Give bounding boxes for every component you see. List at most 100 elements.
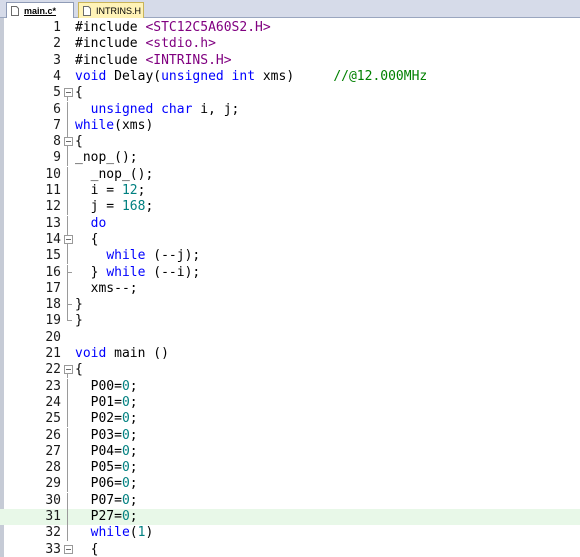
- code-line[interactable]: 9 _nop_();: [0, 150, 580, 167]
- code-line[interactable]: 22 {: [0, 362, 580, 379]
- line-number: 18: [45, 297, 61, 313]
- code-text[interactable]: void Delay(unsigned int xms) //@12.000MH…: [75, 69, 427, 85]
- code-token: (--i);: [145, 264, 201, 280]
- code-text[interactable]: {: [75, 362, 83, 378]
- fold-guide-line: [67, 460, 68, 477]
- code-token: <INTRINS.H>: [145, 52, 232, 68]
- code-line[interactable]: 20: [0, 330, 580, 346]
- line-number: 9: [53, 150, 61, 166]
- code-text[interactable]: #include <STC12C5A60S2.H>: [75, 20, 271, 36]
- code-text[interactable]: }: [75, 313, 83, 329]
- fold-collapse-icon[interactable]: [64, 137, 73, 147]
- code-line[interactable]: 6 unsigned char i, j;: [0, 101, 580, 118]
- code-token: P02=: [75, 411, 122, 427]
- code-token: 0: [121, 443, 130, 459]
- code-text[interactable]: } while (--i);: [75, 264, 201, 281]
- code-text[interactable]: while (--j);: [75, 248, 200, 264]
- code-text[interactable]: {: [75, 134, 83, 150]
- line-number: 2: [53, 36, 61, 52]
- code-line[interactable]: 15 while (--j);: [0, 248, 580, 265]
- line-number: 31: [45, 509, 61, 524]
- line-number: 22: [45, 362, 61, 378]
- code-line[interactable]: 27 P04=0;: [0, 443, 580, 460]
- code-line[interactable]: 11 i = 12;: [0, 183, 580, 199]
- tab-label: main.c*: [24, 5, 57, 16]
- code-line[interactable]: 26 P03=0;: [0, 427, 580, 444]
- code-token: 0: [121, 460, 130, 476]
- code-line[interactable]: 33 {: [0, 542, 580, 557]
- fold-guide-line: [67, 394, 68, 411]
- code-text[interactable]: unsigned char i, j;: [75, 101, 240, 118]
- code-line[interactable]: 25 P02=0;: [0, 411, 580, 428]
- fold-collapse-icon[interactable]: [64, 365, 73, 375]
- code-line[interactable]: 8{: [0, 134, 580, 151]
- code-line[interactable]: 30 P07=0;: [0, 492, 580, 509]
- code-line[interactable]: 31 P27=0;: [0, 509, 580, 525]
- line-number: 3: [53, 52, 61, 68]
- code-token: 0: [121, 492, 130, 508]
- code-text[interactable]: {: [75, 542, 99, 557]
- code-editor[interactable]: 1 #include <STC12C5A60S2.H> 2 #include <std…: [0, 18, 580, 557]
- code-line[interactable]: 16 } while (--i);: [0, 264, 580, 281]
- code-line[interactable]: 24 P01=0;: [0, 394, 580, 411]
- code-text[interactable]: P07=0;: [75, 493, 138, 509]
- line-number: 30: [45, 492, 61, 508]
- code-token: ;: [129, 443, 138, 459]
- code-text[interactable]: P06=0;: [75, 476, 138, 492]
- code-line[interactable]: 2 #include <stdio.h>: [0, 36, 580, 52]
- code-line[interactable]: 7 while(xms): [0, 117, 580, 134]
- code-text[interactable]: P27=0;: [75, 509, 138, 525]
- code-text[interactable]: while(xms): [75, 118, 153, 134]
- code-text[interactable]: while(1): [75, 525, 154, 541]
- fold-collapse-icon[interactable]: [64, 88, 73, 98]
- code-text[interactable]: P01=0;: [75, 395, 138, 411]
- code-text[interactable]: i = 12;: [75, 183, 146, 199]
- code-text[interactable]: {: [75, 232, 99, 248]
- code-text[interactable]: _nop_();: [75, 150, 138, 166]
- code-token: 12: [121, 183, 138, 198]
- code-token: _nop_();: [75, 166, 154, 182]
- code-line[interactable]: 32 while(1): [0, 525, 580, 542]
- code-text[interactable]: P02=0;: [75, 411, 138, 427]
- code-text[interactable]: j = 168;: [75, 199, 154, 215]
- code-line[interactable]: 12 j = 168;: [0, 199, 580, 216]
- tab-intrins-h[interactable]: INTRINS.H: [78, 2, 144, 18]
- code-token: P03=: [75, 427, 122, 443]
- code-line[interactable]: 13 do: [0, 215, 580, 232]
- code-token: 0: [121, 476, 130, 492]
- code-line[interactable]: 17 xms--;: [0, 280, 580, 297]
- code-line[interactable]: 28 P05=0;: [0, 460, 580, 477]
- code-text[interactable]: P05=0;: [75, 460, 138, 476]
- code-line[interactable]: 23 P00=0;: [0, 378, 580, 395]
- tab-main-c[interactable]: main.c*: [6, 2, 74, 18]
- code-text[interactable]: P00=0;: [75, 379, 138, 395]
- code-text[interactable]: _nop_();: [75, 166, 154, 183]
- code-token: }: [75, 297, 83, 313]
- fold-guide-line: [67, 525, 68, 542]
- code-text[interactable]: }: [75, 297, 83, 313]
- code-line[interactable]: 4 void Delay(unsigned int xms) //@12.000M…: [0, 69, 580, 85]
- code-line[interactable]: 14 {: [0, 231, 580, 248]
- code-line[interactable]: 3 #include <INTRINS.H>: [0, 53, 580, 69]
- code-line[interactable]: 5{: [0, 85, 580, 102]
- code-text[interactable]: {: [75, 85, 83, 101]
- code-text[interactable]: #include <stdio.h>: [75, 36, 216, 52]
- code-line[interactable]: 29 P06=0;: [0, 476, 580, 493]
- code-line[interactable]: 19}: [0, 313, 580, 329]
- code-line[interactable]: 1 #include <STC12C5A60S2.H>: [0, 20, 580, 36]
- code-token: ;: [129, 476, 138, 492]
- code-text[interactable]: #include <INTRINS.H>: [75, 53, 232, 69]
- code-line[interactable]: 18}: [0, 297, 580, 314]
- code-line[interactable]: 10 _nop_();: [0, 166, 580, 183]
- code-text[interactable]: P04=0;: [75, 444, 138, 460]
- fold-collapse-icon[interactable]: [64, 234, 73, 244]
- code-text[interactable]: P03=0;: [75, 428, 138, 444]
- code-text[interactable]: xms--;: [75, 281, 138, 297]
- code-text[interactable]: void main (): [75, 346, 169, 362]
- code-line[interactable]: 21 void main (): [0, 346, 580, 362]
- code-token: while: [90, 525, 130, 541]
- code-token: unsigned char: [90, 101, 193, 117]
- fold-collapse-icon[interactable]: [64, 544, 73, 554]
- code-text[interactable]: do: [75, 216, 107, 232]
